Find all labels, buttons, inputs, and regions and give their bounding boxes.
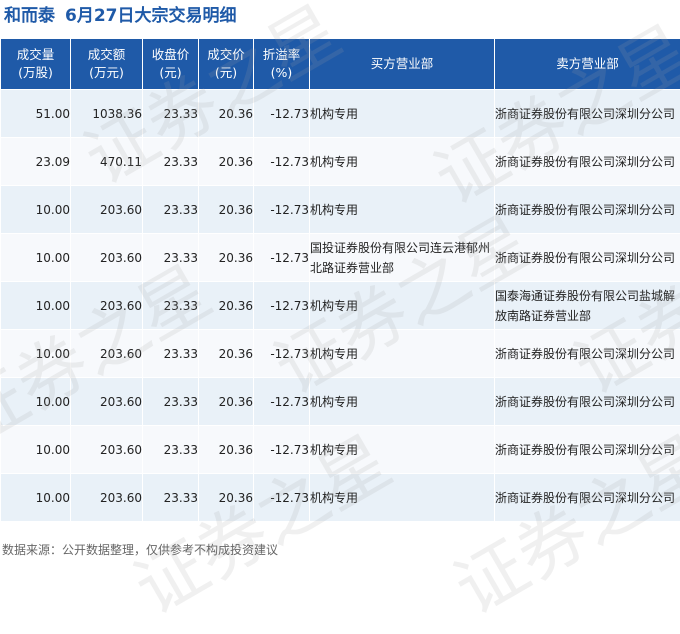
cell-premium: -12.73 xyxy=(254,138,310,186)
block-trade-table: 成交量(万股) 成交额(万元) 收盘价(元) 成交价(元) 折溢率(%) 买方营… xyxy=(0,38,680,522)
cell-amount: 1038.36 xyxy=(71,90,143,138)
cell-premium: -12.73 xyxy=(254,282,310,330)
table-row: 10.00203.6023.3320.36-12.73机构专用浙商证券股份有限公… xyxy=(1,330,680,378)
cell-close-price: 23.33 xyxy=(143,426,199,474)
stock-name: 和而泰 xyxy=(4,6,55,26)
cell-trade-price: 20.36 xyxy=(199,330,254,378)
cell-amount: 203.60 xyxy=(71,330,143,378)
cell-buyer: 机构专用 xyxy=(310,474,495,522)
cell-buyer: 机构专用 xyxy=(310,282,495,330)
page-title: 和而泰 6月27日大宗交易明细 xyxy=(4,4,237,28)
cell-amount: 203.60 xyxy=(71,426,143,474)
cell-trade-price: 20.36 xyxy=(199,138,254,186)
data-source-note: 数据来源：公开数据整理，仅供参考不构成投资建议 xyxy=(2,541,278,558)
cell-volume: 10.00 xyxy=(1,234,71,282)
table-row: 51.001038.3623.3320.36-12.73机构专用浙商证券股份有限… xyxy=(1,90,680,138)
table-row: 10.00203.6023.3320.36-12.73机构专用浙商证券股份有限公… xyxy=(1,426,680,474)
title-subtitle: 6月27日大宗交易明细 xyxy=(65,6,237,26)
cell-buyer: 机构专用 xyxy=(310,426,495,474)
cell-seller: 国泰海通证券股份有限公司盐城解放南路证券营业部 xyxy=(495,282,680,330)
cell-amount: 203.60 xyxy=(71,474,143,522)
cell-premium: -12.73 xyxy=(254,378,310,426)
cell-seller: 浙商证券股份有限公司深圳分公司 xyxy=(495,186,680,234)
cell-amount: 203.60 xyxy=(71,378,143,426)
cell-volume: 10.00 xyxy=(1,330,71,378)
cell-buyer: 机构专用 xyxy=(310,186,495,234)
cell-volume: 10.00 xyxy=(1,474,71,522)
cell-volume: 10.00 xyxy=(1,426,71,474)
header-close-price: 收盘价(元) xyxy=(143,39,199,90)
cell-volume: 10.00 xyxy=(1,378,71,426)
cell-volume: 51.00 xyxy=(1,90,71,138)
header-premium: 折溢率(%) xyxy=(254,39,310,90)
cell-seller: 浙商证券股份有限公司深圳分公司 xyxy=(495,330,680,378)
table-row: 10.00203.6023.3320.36-12.73国投证券股份有限公司连云港… xyxy=(1,234,680,282)
cell-seller: 浙商证券股份有限公司深圳分公司 xyxy=(495,378,680,426)
cell-trade-price: 20.36 xyxy=(199,282,254,330)
table-header-row: 成交量(万股) 成交额(万元) 收盘价(元) 成交价(元) 折溢率(%) 买方营… xyxy=(1,39,680,90)
cell-premium: -12.73 xyxy=(254,474,310,522)
cell-seller: 浙商证券股份有限公司深圳分公司 xyxy=(495,474,680,522)
header-amount: 成交额(万元) xyxy=(71,39,143,90)
cell-buyer: 国投证券股份有限公司连云港郁州北路证券营业部 xyxy=(310,234,495,282)
header-trade-price: 成交价(元) xyxy=(199,39,254,90)
cell-amount: 470.11 xyxy=(71,138,143,186)
cell-amount: 203.60 xyxy=(71,186,143,234)
cell-premium: -12.73 xyxy=(254,426,310,474)
cell-buyer: 机构专用 xyxy=(310,138,495,186)
cell-amount: 203.60 xyxy=(71,234,143,282)
cell-volume: 10.00 xyxy=(1,186,71,234)
table-row: 10.00203.6023.3320.36-12.73机构专用浙商证券股份有限公… xyxy=(1,474,680,522)
cell-volume: 23.09 xyxy=(1,138,71,186)
cell-close-price: 23.33 xyxy=(143,474,199,522)
cell-trade-price: 20.36 xyxy=(199,378,254,426)
cell-volume: 10.00 xyxy=(1,282,71,330)
table-row: 10.00203.6023.3320.36-12.73机构专用国泰海通证券股份有… xyxy=(1,282,680,330)
cell-premium: -12.73 xyxy=(254,330,310,378)
cell-buyer: 机构专用 xyxy=(310,90,495,138)
cell-premium: -12.73 xyxy=(254,90,310,138)
cell-seller: 浙商证券股份有限公司深圳分公司 xyxy=(495,234,680,282)
cell-premium: -12.73 xyxy=(254,234,310,282)
table-row: 23.09470.1123.3320.36-12.73机构专用浙商证券股份有限公… xyxy=(1,138,680,186)
cell-trade-price: 20.36 xyxy=(199,426,254,474)
header-seller: 卖方营业部 xyxy=(495,39,680,90)
table-row: 10.00203.6023.3320.36-12.73机构专用浙商证券股份有限公… xyxy=(1,186,680,234)
cell-trade-price: 20.36 xyxy=(199,186,254,234)
cell-close-price: 23.33 xyxy=(143,90,199,138)
cell-close-price: 23.33 xyxy=(143,186,199,234)
cell-trade-price: 20.36 xyxy=(199,474,254,522)
cell-premium: -12.73 xyxy=(254,186,310,234)
cell-seller: 浙商证券股份有限公司深圳分公司 xyxy=(495,138,680,186)
cell-close-price: 23.33 xyxy=(143,378,199,426)
header-volume: 成交量(万股) xyxy=(1,39,71,90)
cell-seller: 浙商证券股份有限公司深圳分公司 xyxy=(495,90,680,138)
table-row: 10.00203.6023.3320.36-12.73机构专用浙商证券股份有限公… xyxy=(1,378,680,426)
cell-close-price: 23.33 xyxy=(143,330,199,378)
header-buyer: 买方营业部 xyxy=(310,39,495,90)
cell-close-price: 23.33 xyxy=(143,282,199,330)
cell-seller: 浙商证券股份有限公司深圳分公司 xyxy=(495,426,680,474)
cell-amount: 203.60 xyxy=(71,282,143,330)
cell-close-price: 23.33 xyxy=(143,138,199,186)
cell-buyer: 机构专用 xyxy=(310,378,495,426)
cell-trade-price: 20.36 xyxy=(199,234,254,282)
cell-trade-price: 20.36 xyxy=(199,90,254,138)
cell-close-price: 23.33 xyxy=(143,234,199,282)
cell-buyer: 机构专用 xyxy=(310,330,495,378)
